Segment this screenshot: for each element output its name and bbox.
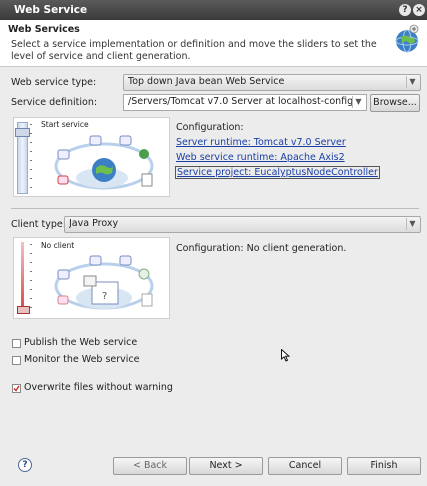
banner-title: Web Services xyxy=(8,24,80,35)
window-close-icon[interactable]: × xyxy=(413,4,425,16)
web-services-globe-icon xyxy=(392,23,422,55)
client-type-combo[interactable]: Java Proxy ▼ xyxy=(64,216,421,233)
next-button[interactable]: Next > xyxy=(189,457,263,475)
checkmark-icon xyxy=(13,385,20,392)
server-runtime-link[interactable]: Server runtime: Tomcat v7.0 Server xyxy=(176,137,346,148)
service-slider-panel: Start service xyxy=(13,117,170,197)
chevron-down-icon: ▼ xyxy=(406,218,418,230)
window-title: Web Service xyxy=(14,4,88,16)
publish-checkbox[interactable] xyxy=(12,339,21,348)
client-slider-caption: No client xyxy=(41,241,75,250)
chevron-down-icon[interactable]: ▼ xyxy=(352,96,364,108)
client-type-value: Java Proxy xyxy=(69,218,119,229)
back-button[interactable]: < Back xyxy=(113,457,187,475)
overwrite-label[interactable]: Overwrite files without warning xyxy=(24,382,173,393)
web-service-type-label: Web service type: xyxy=(11,77,97,88)
service-config-heading: Configuration: xyxy=(176,122,244,133)
client-slider-panel: No client ? xyxy=(13,237,170,319)
cancel-button[interactable]: Cancel xyxy=(268,457,342,475)
client-slider-handle[interactable] xyxy=(17,306,30,314)
service-slider-handle[interactable] xyxy=(15,128,30,137)
publish-label[interactable]: Publish the Web service xyxy=(24,337,137,348)
client-type-label: Client type: xyxy=(11,219,66,230)
ws-runtime-link[interactable]: Web service runtime: Apache Axis2 xyxy=(176,152,345,163)
service-project-link[interactable]: Service project: EucalyptusNodeControlle… xyxy=(175,166,380,179)
client-diagram-icon: ? xyxy=(54,255,154,310)
monitor-label[interactable]: Monitor the Web service xyxy=(24,354,140,365)
web-service-type-value: Top down Java bean Web Service xyxy=(128,76,285,87)
window-help-icon[interactable]: ? xyxy=(399,4,411,16)
web-service-type-combo[interactable]: Top down Java bean Web Service ▼ xyxy=(123,74,421,91)
chevron-down-icon: ▼ xyxy=(406,76,418,88)
mouse-cursor-icon xyxy=(281,349,290,362)
overwrite-checkbox[interactable] xyxy=(12,384,21,393)
client-slider-track[interactable] xyxy=(21,242,24,314)
service-definition-value: /Servers/Tomcat v7.0 Server at localhost… xyxy=(128,96,352,107)
client-config-text: Configuration: No client generation. xyxy=(176,243,347,254)
finish-button[interactable]: Finish xyxy=(347,457,421,475)
help-icon[interactable]: ? xyxy=(18,458,32,472)
banner-description: Select a service implementation or defin… xyxy=(11,39,377,62)
service-slider-caption: Start service xyxy=(41,120,89,129)
browse-button[interactable]: Browse... xyxy=(370,94,420,112)
client-slider-ticks xyxy=(30,244,32,312)
monitor-checkbox[interactable] xyxy=(12,356,21,365)
service-diagram-icon xyxy=(54,135,154,190)
service-definition-label: Service definition: xyxy=(11,97,98,108)
service-definition-field[interactable]: /Servers/Tomcat v7.0 Server at localhost… xyxy=(123,94,367,111)
section-separator xyxy=(11,208,419,209)
svg-text:?: ? xyxy=(102,291,107,302)
service-slider-ticks xyxy=(30,124,32,190)
